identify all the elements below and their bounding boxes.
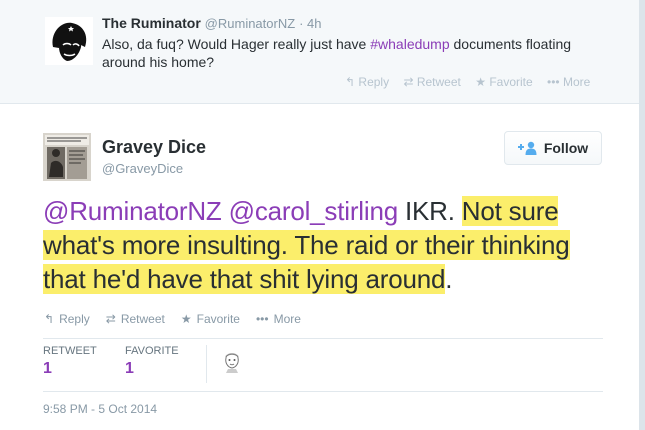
parent-name[interactable]: The Ruminator <box>102 15 201 31</box>
retweet-label: Retweet <box>120 312 165 326</box>
parent-reply-label: Reply <box>358 75 390 89</box>
more-button[interactable]: ••• More <box>256 312 301 326</box>
favorite-stat-label: FAVORITE <box>125 345 179 357</box>
parent-text-before: Also, da fuq? Would Hager really just ha… <box>102 36 371 52</box>
parent-more-button[interactable]: ••• More <box>547 75 590 89</box>
favorite-button[interactable]: ★ Favorite <box>181 312 240 326</box>
follow-button[interactable]: Follow <box>504 131 602 165</box>
more-icon: ••• <box>547 75 560 89</box>
favorite-count: 1 <box>125 360 134 377</box>
reply-label: Reply <box>59 312 90 326</box>
mention-carol-stirling[interactable]: @carol_stirling <box>229 196 399 226</box>
retweet-stat-label: RETWEET <box>43 345 97 357</box>
reply-icon: ↰ <box>345 75 356 89</box>
star-icon: ★ <box>475 75 486 89</box>
tweet-timestamp[interactable]: 9:58 PM - 5 Oct 2014 <box>43 402 157 416</box>
divider <box>43 338 603 339</box>
favorite-stat[interactable]: FAVORITE 1 <box>125 345 179 378</box>
author-handle[interactable]: @GraveyDice <box>102 161 183 176</box>
favorite-label: Favorite <box>196 312 240 326</box>
retweet-icon: ⇄ <box>403 75 414 89</box>
tweet-text-end: . <box>445 264 453 294</box>
parent-time[interactable]: · 4h <box>299 16 321 31</box>
follow-label: Follow <box>543 140 589 156</box>
retweet-icon: ⇄ <box>105 312 116 326</box>
more-label: More <box>273 312 301 326</box>
retweet-stat[interactable]: RETWEET 1 <box>43 345 97 378</box>
reply-icon: ↰ <box>44 312 55 326</box>
stats-divider <box>206 345 207 383</box>
scrollbar-edge[interactable] <box>639 0 645 430</box>
tweet-text: @RuminatorNZ @carol_stirling IKR. Not su… <box>43 194 611 296</box>
star-icon: ★ <box>180 312 192 326</box>
parent-favorite-button[interactable]: ★ Favorite <box>475 75 532 89</box>
parent-retweet-label: Retweet <box>416 75 461 89</box>
favoriter-avatar[interactable] <box>220 349 244 373</box>
parent-handle[interactable]: @RuminatorNZ <box>205 16 296 31</box>
tweet-text-plain: IKR. <box>397 196 462 226</box>
parent-actions: ↰ Reply ⇄ Retweet ★ Favorite ••• More <box>345 75 601 89</box>
tweet-actions: ↰ Reply ⇄ Retweet ★ Favorite ••• More <box>44 312 301 326</box>
retweet-count: 1 <box>43 360 52 377</box>
parent-tweet: The Ruminator @RuminatorNZ · 4h Also, da… <box>0 0 645 104</box>
gravey-dice-avatar[interactable] <box>43 133 91 181</box>
retweet-button[interactable]: ⇄ Retweet <box>106 312 165 326</box>
parent-retweet-button[interactable]: ⇄ Retweet <box>403 75 460 89</box>
more-icon: ••• <box>255 312 269 326</box>
ruminator-avatar[interactable] <box>45 17 93 65</box>
parent-more-label: More <box>562 75 591 89</box>
hashtag-link[interactable]: #whaledump <box>370 36 449 52</box>
parent-reply-button[interactable]: ↰ Reply <box>345 75 389 89</box>
mention-ruminatornz[interactable]: @RuminatorNZ <box>43 196 222 226</box>
parent-author[interactable]: The Ruminator @RuminatorNZ · 4h <box>102 15 321 31</box>
parent-tweet-text: Also, da fuq? Would Hager really just ha… <box>102 35 602 71</box>
divider <box>43 391 603 392</box>
parent-favorite-label: Favorite <box>489 75 533 89</box>
reply-button[interactable]: ↰ Reply <box>44 312 90 326</box>
follow-person-icon <box>517 141 537 155</box>
author-name[interactable]: Gravey Dice <box>102 137 206 158</box>
